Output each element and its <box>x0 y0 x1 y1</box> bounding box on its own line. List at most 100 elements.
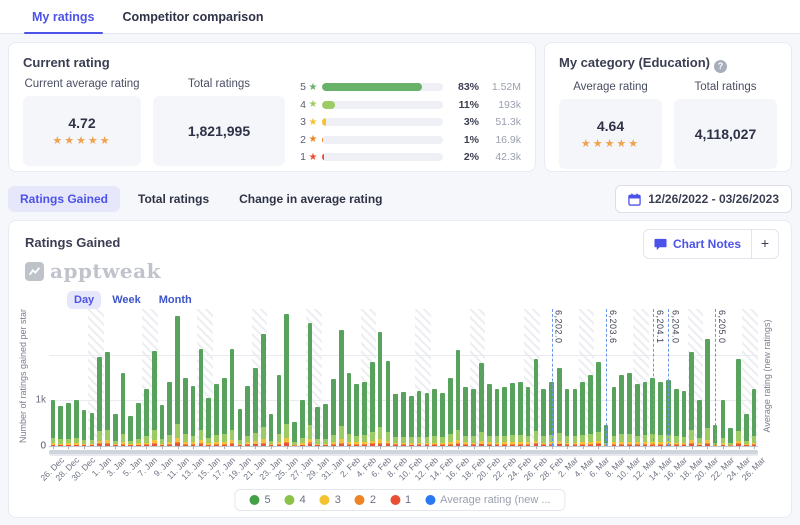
legend-item[interactable]: 4 <box>285 494 306 506</box>
ratings-bar[interactable] <box>495 389 500 446</box>
ratings-bar[interactable] <box>152 351 157 446</box>
ratings-bar[interactable] <box>658 382 663 446</box>
ratings-bar[interactable] <box>199 349 204 446</box>
ratings-bar[interactable] <box>82 410 87 446</box>
legend-item[interactable]: Average rating (new ... <box>425 494 550 506</box>
ratings-bar[interactable] <box>284 314 289 446</box>
ratings-bar[interactable] <box>308 323 313 446</box>
granularity-month[interactable]: Month <box>152 291 199 309</box>
ratings-bar[interactable] <box>627 373 632 446</box>
ratings-bar[interactable] <box>191 386 196 446</box>
ratings-bar[interactable] <box>612 387 617 446</box>
tab-my-ratings[interactable]: My ratings <box>18 0 109 33</box>
subtab-total-ratings[interactable]: Total ratings <box>126 186 221 212</box>
ratings-bar[interactable] <box>323 404 328 446</box>
legend-item[interactable]: 5 <box>249 494 270 506</box>
ratings-bar[interactable] <box>682 391 687 446</box>
ratings-bar[interactable] <box>90 413 95 446</box>
ratings-bar[interactable] <box>440 393 445 446</box>
chart-plot-area[interactable]: 01k06,202.06,203.66,204.16,204.06,205.02… <box>49 309 758 446</box>
ratings-bar[interactable] <box>510 383 515 446</box>
ratings-bar[interactable] <box>479 363 484 446</box>
ratings-bar[interactable] <box>728 428 733 446</box>
ratings-bar[interactable] <box>331 379 336 446</box>
ratings-bar[interactable] <box>588 375 593 446</box>
ratings-bar[interactable] <box>557 368 562 446</box>
date-range-picker[interactable]: 12/26/2022 - 03/26/2023 <box>615 185 792 213</box>
ratings-bar[interactable] <box>425 393 430 446</box>
ratings-bar[interactable] <box>206 398 211 446</box>
ratings-bar[interactable] <box>448 378 453 447</box>
help-icon[interactable]: ? <box>714 60 727 73</box>
ratings-bar[interactable] <box>222 378 227 447</box>
ratings-bar[interactable] <box>261 334 266 446</box>
ratings-bar[interactable] <box>97 357 102 446</box>
ratings-bar[interactable] <box>674 389 679 446</box>
ratings-bar[interactable] <box>354 384 359 446</box>
ratings-bar[interactable] <box>697 400 702 446</box>
ratings-bar[interactable] <box>409 396 414 446</box>
ratings-bar[interactable] <box>362 382 367 446</box>
ratings-bar[interactable] <box>502 387 507 446</box>
ratings-bar[interactable] <box>113 414 118 446</box>
chart-note-line[interactable] <box>606 309 607 446</box>
x-axis-scrollbar[interactable] <box>49 450 758 454</box>
ratings-bar[interactable] <box>541 389 546 446</box>
ratings-bar[interactable] <box>432 389 437 446</box>
ratings-bar[interactable] <box>378 332 383 446</box>
ratings-bar[interactable] <box>230 349 235 446</box>
ratings-bar[interactable] <box>128 416 133 446</box>
legend-item[interactable]: 3 <box>320 494 341 506</box>
ratings-bar[interactable] <box>705 339 710 446</box>
ratings-bar[interactable] <box>74 400 79 446</box>
ratings-bar[interactable] <box>643 382 648 446</box>
ratings-bar[interactable] <box>386 361 391 446</box>
ratings-bar[interactable] <box>347 373 352 446</box>
ratings-bar[interactable] <box>269 414 274 446</box>
ratings-bar[interactable] <box>51 400 56 446</box>
ratings-bar[interactable] <box>736 359 741 446</box>
ratings-bar[interactable] <box>121 373 126 446</box>
ratings-bar[interactable] <box>721 400 726 446</box>
ratings-bar[interactable] <box>300 400 305 446</box>
ratings-bar[interactable] <box>518 382 523 446</box>
chart-note-line[interactable] <box>653 309 654 446</box>
chart-note-line[interactable] <box>668 309 669 446</box>
ratings-bar[interactable] <box>105 352 110 446</box>
ratings-bar[interactable] <box>370 362 375 446</box>
ratings-bar[interactable] <box>456 350 461 446</box>
ratings-bar[interactable] <box>565 389 570 446</box>
ratings-bar[interactable] <box>619 375 624 446</box>
ratings-bar[interactable] <box>580 382 585 446</box>
ratings-bar[interactable] <box>752 389 757 446</box>
ratings-bar[interactable] <box>160 405 165 446</box>
legend-item[interactable]: 2 <box>355 494 376 506</box>
ratings-bar[interactable] <box>167 382 172 446</box>
ratings-bar[interactable] <box>292 422 297 446</box>
ratings-bar[interactable] <box>393 393 398 446</box>
ratings-bar[interactable] <box>417 391 422 446</box>
ratings-bar[interactable] <box>66 403 71 446</box>
subtab-change-average-rating[interactable]: Change in average rating <box>227 186 394 212</box>
ratings-bar[interactable] <box>487 384 492 446</box>
granularity-day[interactable]: Day <box>67 291 101 309</box>
ratings-bar[interactable] <box>401 392 406 446</box>
tab-competitor-comparison[interactable]: Competitor comparison <box>109 0 278 33</box>
ratings-bar[interactable] <box>144 389 149 446</box>
ratings-bar[interactable] <box>689 352 694 446</box>
subtab-ratings-gained[interactable]: Ratings Gained <box>8 186 120 212</box>
ratings-bar[interactable] <box>471 389 476 446</box>
ratings-bar[interactable] <box>596 362 601 446</box>
ratings-bar[interactable] <box>238 409 243 446</box>
ratings-bar[interactable] <box>534 359 539 446</box>
ratings-bar[interactable] <box>526 387 531 446</box>
ratings-bar[interactable] <box>253 368 258 446</box>
ratings-bar[interactable] <box>175 316 180 446</box>
ratings-bar[interactable] <box>245 386 250 446</box>
ratings-bar[interactable] <box>315 407 320 446</box>
ratings-bar[interactable] <box>573 389 578 446</box>
ratings-bar[interactable] <box>183 378 188 447</box>
ratings-bar[interactable] <box>635 384 640 446</box>
chart-note-line[interactable] <box>715 309 716 446</box>
ratings-bar[interactable] <box>58 406 63 446</box>
